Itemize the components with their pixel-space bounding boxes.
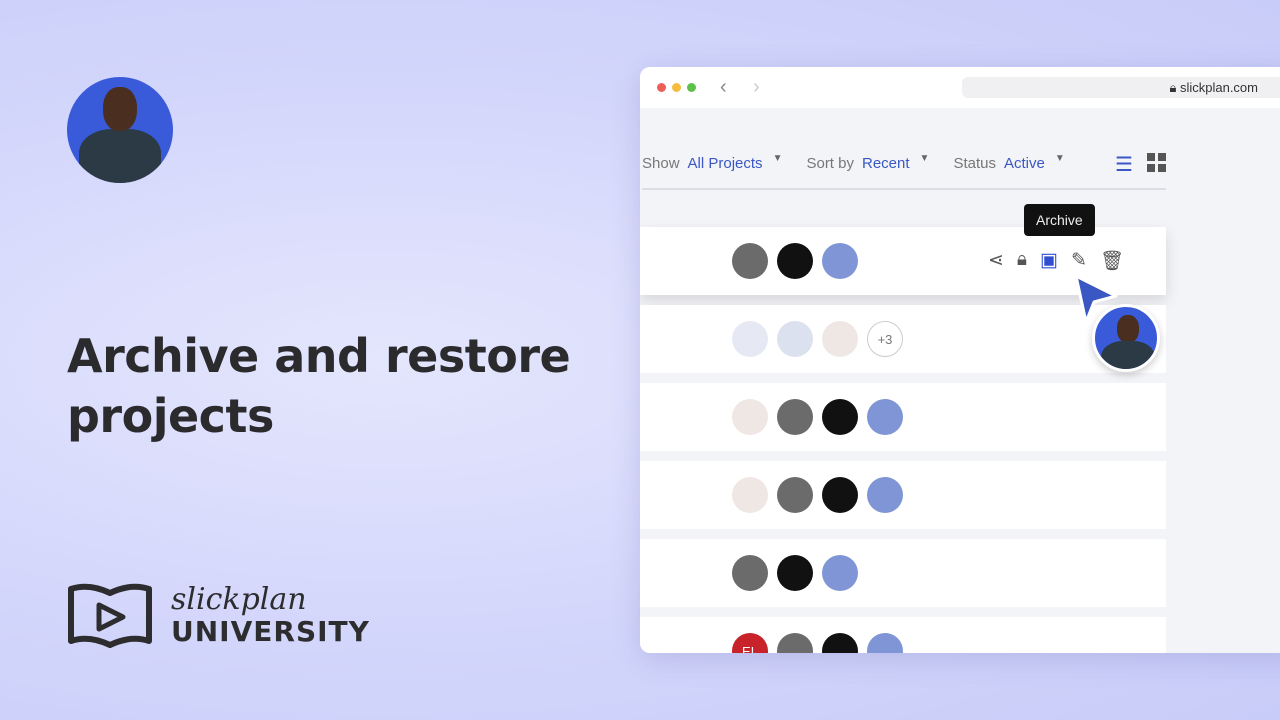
user-avatar bbox=[777, 477, 813, 513]
user-avatar bbox=[777, 555, 813, 591]
user-avatar bbox=[732, 399, 768, 435]
presenter-avatar bbox=[67, 77, 173, 183]
user-avatar bbox=[867, 399, 903, 435]
address-bar[interactable]: 🔒︎ slickplan.com bbox=[962, 77, 1280, 98]
delete-icon[interactable]: 🗑︎ bbox=[1100, 249, 1124, 273]
slickplan-university-logo: slickplan UNIVERSITY bbox=[67, 583, 370, 649]
browser-window: ‹ › 🔒︎ slickplan.com Show All Projects ▼ So… bbox=[640, 67, 1280, 653]
list-view-icon[interactable]: ☰ bbox=[1115, 152, 1133, 177]
user-avatar bbox=[822, 555, 858, 591]
user-avatar bbox=[777, 321, 813, 357]
user-avatar bbox=[822, 321, 858, 357]
filter-dropdown-2[interactable]: Active bbox=[1004, 155, 1045, 188]
filter-label: Sort by bbox=[806, 155, 854, 172]
user-avatar bbox=[732, 555, 768, 591]
filter-dropdown-0[interactable]: All Projects bbox=[688, 155, 763, 188]
caret-down-icon[interactable]: ▼ bbox=[1055, 153, 1065, 186]
forward-icon[interactable]: › bbox=[753, 76, 760, 99]
user-avatar: +3 bbox=[867, 321, 903, 357]
lock-icon[interactable]: 🔒︎ bbox=[1017, 249, 1027, 273]
archive-tooltip: Archive bbox=[1024, 204, 1095, 236]
caret-down-icon[interactable]: ▼ bbox=[773, 153, 783, 186]
edit-icon[interactable]: ✎ bbox=[1071, 249, 1087, 273]
project-row[interactable]: EL bbox=[640, 617, 1166, 653]
user-avatar bbox=[822, 399, 858, 435]
filter-dropdown-1[interactable]: Recent bbox=[862, 155, 910, 188]
user-avatar bbox=[777, 399, 813, 435]
browser-toolbar: ‹ › 🔒︎ slickplan.com bbox=[640, 67, 1280, 108]
caret-down-icon[interactable]: ▼ bbox=[920, 153, 930, 186]
book-play-icon bbox=[68, 583, 152, 648]
user-avatar bbox=[732, 243, 768, 279]
user-avatar bbox=[822, 633, 858, 653]
grid-view-icon[interactable] bbox=[1147, 153, 1166, 172]
user-avatar bbox=[732, 321, 768, 357]
archive-icon[interactable]: ▣ bbox=[1040, 249, 1058, 273]
user-avatar bbox=[822, 477, 858, 513]
user-avatar bbox=[822, 243, 858, 279]
back-icon[interactable]: ‹ bbox=[720, 76, 727, 99]
project-row[interactable] bbox=[640, 539, 1166, 607]
share-icon[interactable]: ⋖ bbox=[988, 249, 1004, 273]
user-avatar bbox=[777, 633, 813, 653]
user-avatar bbox=[732, 477, 768, 513]
user-avatar bbox=[867, 633, 903, 653]
project-row[interactable] bbox=[640, 383, 1166, 451]
lock-icon: 🔒︎ bbox=[1169, 80, 1180, 95]
project-row[interactable] bbox=[640, 461, 1166, 529]
user-avatar bbox=[777, 243, 813, 279]
filter-label: Status bbox=[953, 155, 996, 172]
filter-label: Show bbox=[642, 155, 680, 172]
presenter-cursor-avatar bbox=[1092, 304, 1160, 372]
page-title: Archive and restore projects bbox=[67, 329, 571, 443]
filter-bar: Show All Projects ▼ Sort by Recent ▼ Status Act… bbox=[642, 153, 1166, 190]
user-avatar bbox=[867, 477, 903, 513]
user-avatar: EL bbox=[732, 633, 768, 653]
